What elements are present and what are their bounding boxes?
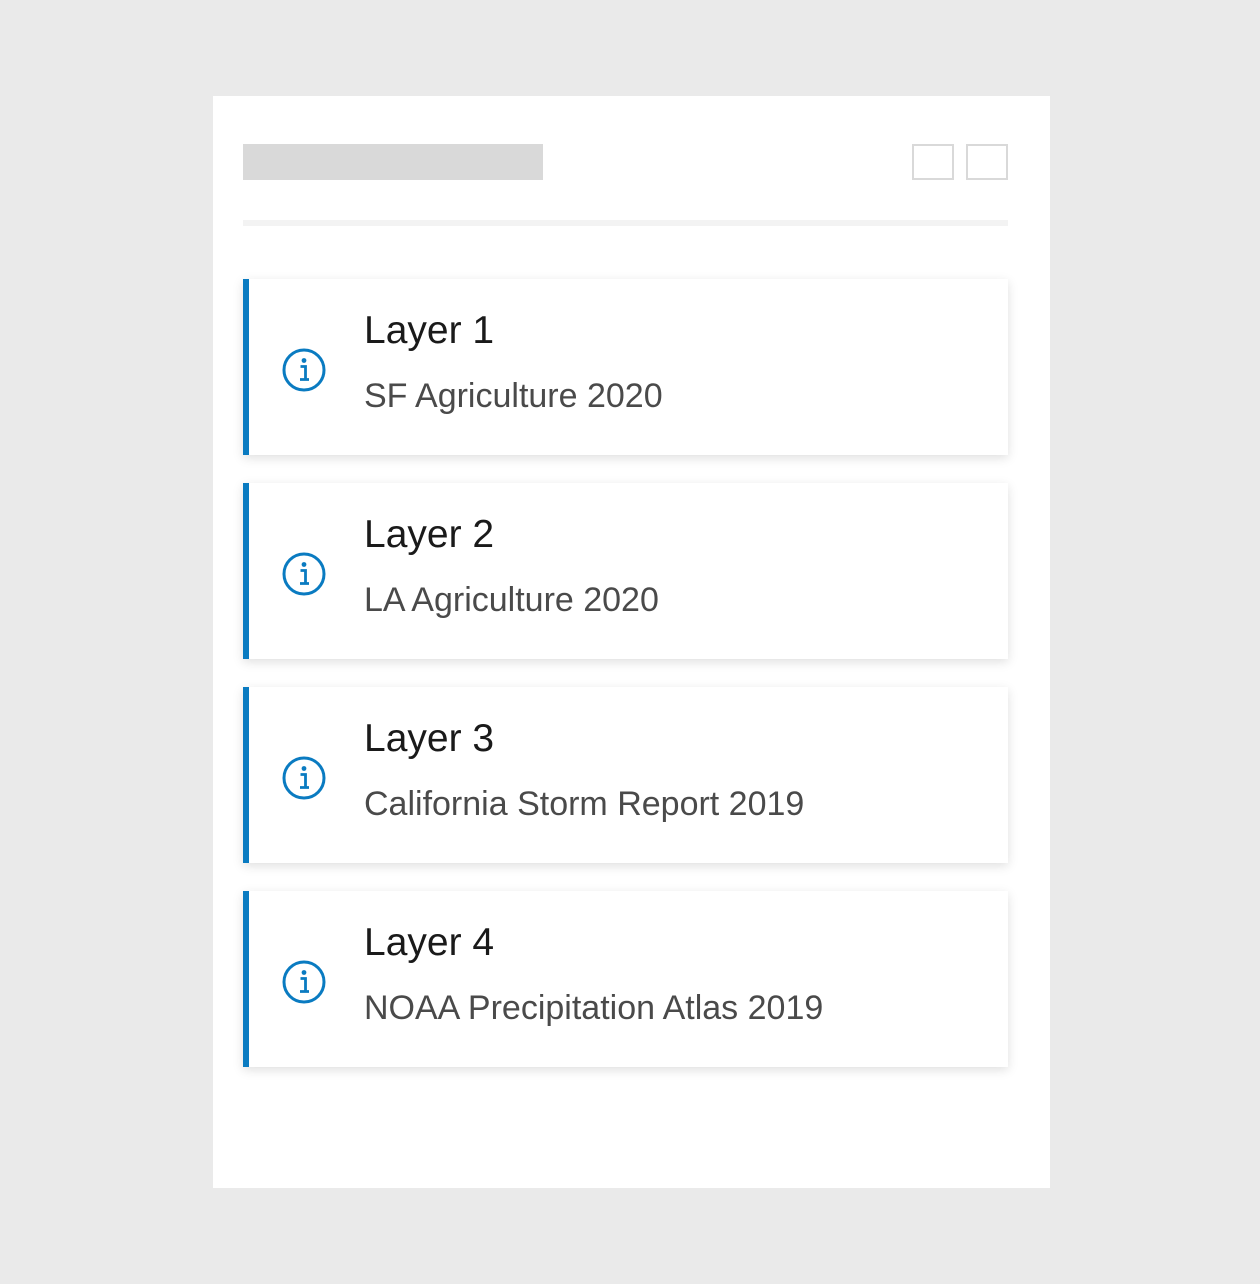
layer-card[interactable]: Layer 3 California Storm Report 2019: [243, 687, 1008, 863]
panel-title-placeholder: [243, 144, 543, 180]
layer-title: Layer 1: [364, 309, 495, 352]
header-divider: [243, 220, 1008, 226]
layer-card[interactable]: Layer 1 SF Agriculture 2020: [243, 279, 1008, 455]
layer-accent-bar: [243, 279, 249, 455]
layer-list: Layer 1 SF Agriculture 2020 Layer 2 LA A…: [243, 279, 1008, 1095]
header-action-button-1[interactable]: [912, 144, 954, 180]
layer-title: Layer 2: [364, 513, 495, 556]
layer-accent-bar: [243, 891, 249, 1067]
layer-card[interactable]: Layer 4 NOAA Precipitation Atlas 2019: [243, 891, 1008, 1067]
header-action-button-2[interactable]: [966, 144, 1008, 180]
layer-title: Layer 3: [364, 717, 495, 760]
info-icon[interactable]: [281, 551, 327, 597]
layer-subtitle: LA Agriculture 2020: [364, 581, 659, 619]
layer-subtitle: California Storm Report 2019: [364, 785, 805, 823]
info-icon[interactable]: [281, 959, 327, 1005]
layer-subtitle: SF Agriculture 2020: [364, 377, 663, 415]
layer-subtitle: NOAA Precipitation Atlas 2019: [364, 989, 824, 1027]
layer-title: Layer 4: [364, 921, 495, 964]
info-icon[interactable]: [281, 755, 327, 801]
layer-card[interactable]: Layer 2 LA Agriculture 2020: [243, 483, 1008, 659]
info-icon[interactable]: [281, 347, 327, 393]
layer-panel: Layer 1 SF Agriculture 2020 Layer 2 LA A…: [213, 96, 1050, 1188]
layer-accent-bar: [243, 483, 249, 659]
layer-accent-bar: [243, 687, 249, 863]
